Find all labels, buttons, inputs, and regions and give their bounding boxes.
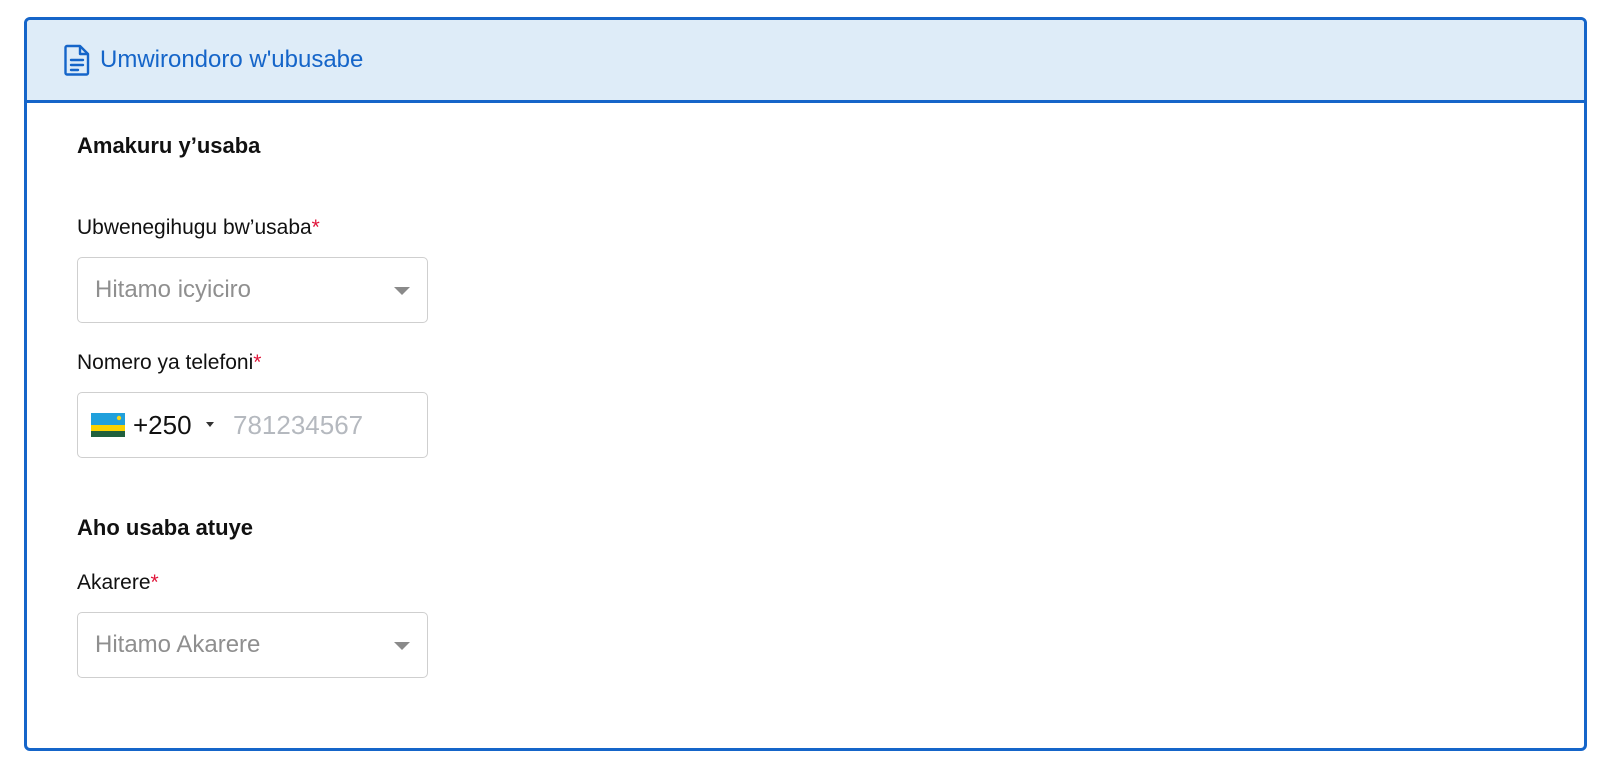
nationality-label-text: Ubwenegihugu bw’usaba <box>77 216 312 239</box>
district-label-text: Akarere <box>77 571 151 594</box>
required-marker: * <box>253 351 262 374</box>
phone-label-text: Nomero ya telefoni <box>77 351 254 374</box>
caret-down-icon <box>394 287 410 295</box>
phone-number-input[interactable] <box>233 405 418 445</box>
nationality-select-placeholder: Hitamo icyiciro <box>95 276 252 303</box>
rwanda-flag-icon[interactable] <box>91 413 125 437</box>
phone-field: +250 <box>77 392 428 458</box>
country-dropdown-caret-icon[interactable] <box>206 422 214 427</box>
required-marker: * <box>311 216 320 239</box>
nationality-select[interactable]: Hitamo icyiciro <box>77 257 428 323</box>
country-dial-code[interactable]: +250 <box>133 410 192 440</box>
applicant-info-heading: Amakuru y’usaba <box>77 133 261 158</box>
document-icon <box>64 44 90 76</box>
nationality-label: Ubwenegihugu bw’usaba* <box>77 215 320 241</box>
residence-heading: Aho usaba atuye <box>77 515 254 540</box>
district-label: Akarere* <box>77 570 159 596</box>
district-select-placeholder: Hitamo Akarere <box>95 631 261 658</box>
caret-down-icon <box>394 642 410 650</box>
phone-label: Nomero ya telefoni* <box>77 350 261 376</box>
card-title: Umwirondoro w'ubusabe <box>100 46 364 73</box>
application-profile-card: Umwirondoro w'ubusabe Amakuru y’usaba Ub… <box>24 17 1587 751</box>
district-select[interactable]: Hitamo Akarere <box>77 612 428 678</box>
required-marker: * <box>150 571 159 594</box>
card-header: Umwirondoro w'ubusabe <box>27 20 1584 103</box>
